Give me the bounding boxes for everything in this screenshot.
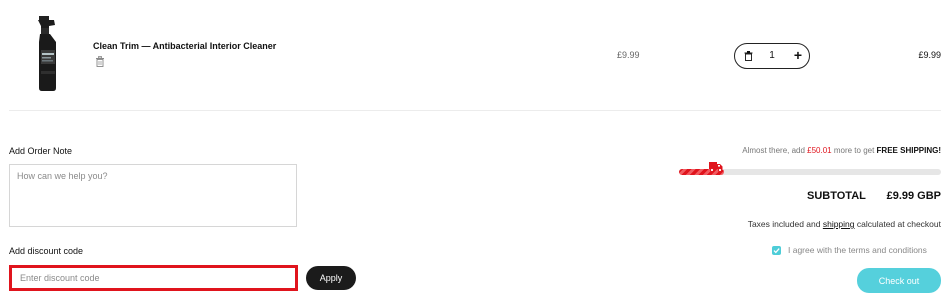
tax-note-suffix: calculated at checkout: [854, 219, 941, 229]
shipping-link[interactable]: shipping: [823, 219, 855, 229]
terms-checkbox[interactable]: [772, 246, 781, 255]
subtotal-label: SUBTOTAL: [807, 190, 866, 202]
cart-item-row: Clean Trim — Antibacterial Interior Clea…: [9, 0, 941, 111]
quantity-stepper[interactable]: 1 +: [734, 43, 810, 69]
truck-icon: [709, 162, 723, 172]
unit-price: £9.99: [617, 50, 640, 60]
order-note-label: Add Order Note: [9, 146, 73, 156]
terms-label[interactable]: I agree with the terms and conditions: [788, 245, 927, 255]
shipping-message-middle: more to get: [831, 146, 877, 155]
trash-icon[interactable]: [95, 56, 105, 67]
line-total: £9.99: [918, 50, 941, 60]
tax-note: Taxes included and shipping calculated a…: [748, 219, 941, 229]
subtotal-value: £9.99 GBP: [886, 190, 941, 202]
shipping-message-prefix: Almost there, add: [742, 146, 808, 155]
checkout-button[interactable]: Check out: [857, 268, 941, 293]
discount-code-input[interactable]: [9, 265, 298, 291]
product-image[interactable]: [35, 16, 65, 92]
product-title[interactable]: Clean Trim — Antibacterial Interior Clea…: [93, 41, 276, 51]
discount-label: Add discount code: [9, 246, 84, 256]
shipping-remaining-amount: £50.01: [807, 146, 832, 155]
order-note-textarea[interactable]: [9, 164, 297, 227]
tax-note-prefix: Taxes included and: [747, 219, 823, 229]
plus-icon[interactable]: +: [794, 48, 802, 62]
apply-discount-button[interactable]: Apply: [306, 266, 356, 290]
free-shipping-label: FREE SHIPPING!: [876, 146, 941, 155]
shipping-message: Almost there, add £50.01 more to get FRE…: [742, 146, 941, 155]
